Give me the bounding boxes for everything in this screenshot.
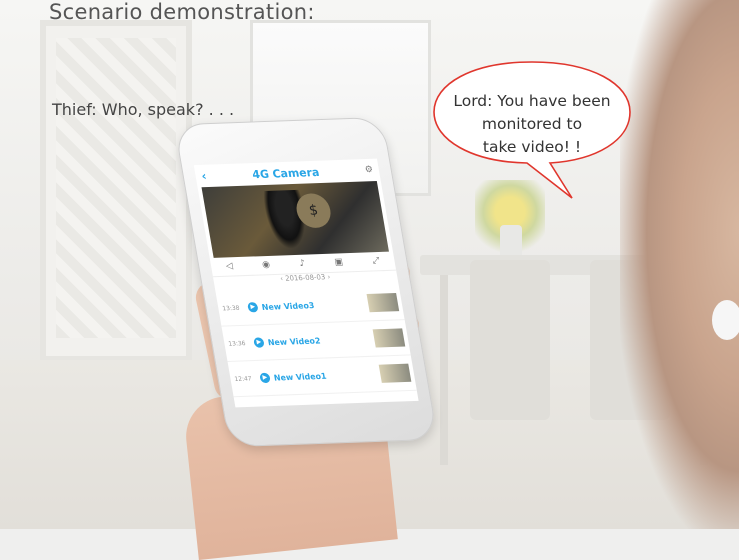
door bbox=[40, 20, 192, 362]
fullscreen-icon[interactable]: ⤢ bbox=[372, 256, 381, 266]
video-time: 12:47 bbox=[233, 374, 253, 383]
play-icon: ▶ bbox=[253, 337, 265, 348]
app-title: 4G Camera bbox=[251, 165, 321, 181]
earbud bbox=[712, 300, 739, 340]
list-item[interactable]: 12:47 ▶ New Video1 bbox=[227, 355, 417, 398]
camera-video-feed[interactable]: $ bbox=[201, 180, 389, 258]
phone-screen: ‹ 4G Camera ⚙ $ ◁ ◉ ♪ ▣ ⤢ ‹ 2016-08-03 ›… bbox=[193, 158, 419, 408]
video-time: 13:38 bbox=[221, 304, 240, 312]
record-icon[interactable]: ◉ bbox=[261, 260, 270, 270]
date-label: 2016-08-03 bbox=[284, 273, 327, 283]
play-icon: ▶ bbox=[259, 372, 271, 384]
thief-line: Thief: Who, speak? . . . bbox=[52, 100, 235, 119]
chevron-left-icon[interactable]: ‹ bbox=[200, 169, 207, 183]
chair bbox=[470, 260, 550, 420]
play-icon: ▶ bbox=[247, 302, 259, 313]
scenario-heading: Scenario demonstration: bbox=[49, 0, 315, 24]
gear-icon[interactable]: ⚙ bbox=[364, 165, 374, 175]
snapshot-icon[interactable]: ▣ bbox=[334, 257, 344, 267]
bubble-line-3: take video! ! bbox=[482, 138, 582, 156]
bubble-line-2: monitored to bbox=[481, 115, 583, 133]
microphone-icon[interactable]: ♪ bbox=[299, 259, 306, 269]
video-label: New Video3 bbox=[260, 300, 316, 312]
speech-bubble: Lord: You have been monitored to take vi… bbox=[432, 60, 632, 199]
video-thumbnail bbox=[366, 292, 400, 313]
video-label: New Video2 bbox=[267, 335, 322, 347]
bubble-line-1: Lord: You have been bbox=[453, 92, 611, 110]
video-time: 13:36 bbox=[227, 339, 247, 348]
person-blurred bbox=[620, 0, 739, 529]
video-thumbnail bbox=[378, 363, 412, 383]
video-thumbnail bbox=[372, 328, 406, 348]
video-label: New Video1 bbox=[273, 371, 328, 383]
speaker-icon[interactable]: ◁ bbox=[225, 261, 234, 271]
